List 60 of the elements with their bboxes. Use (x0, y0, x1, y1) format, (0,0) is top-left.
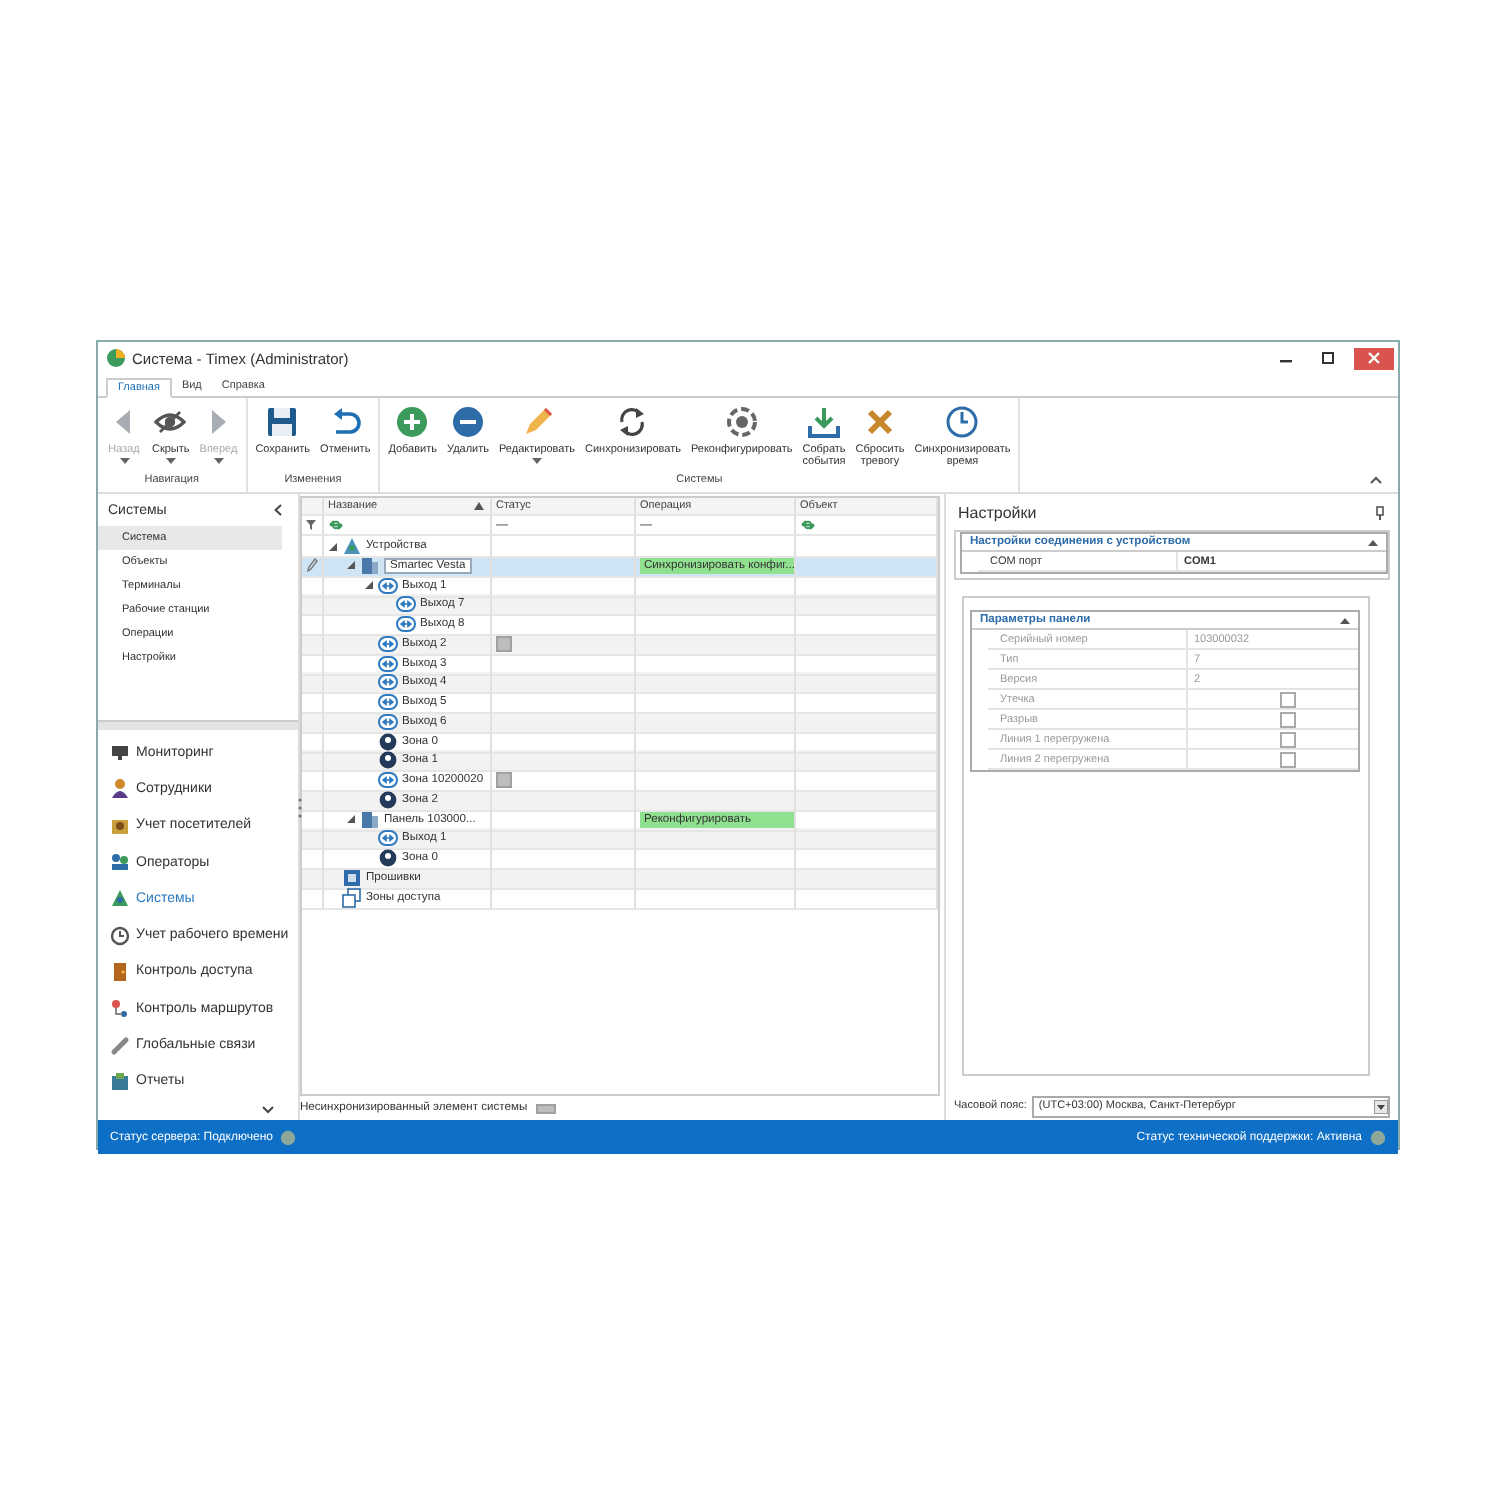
checkbox[interactable] (1280, 751, 1296, 767)
maximize-icon (1322, 352, 1334, 364)
link-icon (110, 1035, 130, 1056)
output-icon (378, 828, 398, 849)
output-icon (378, 711, 398, 732)
zone-icon (378, 750, 398, 771)
splitter-handle[interactable] (98, 720, 298, 731)
checkbox[interactable] (1280, 731, 1296, 747)
filter-condition-icon (328, 518, 344, 532)
clock-icon (110, 925, 130, 946)
chevron-left-icon (274, 504, 282, 516)
screen-icon (110, 742, 130, 763)
network-icon (110, 888, 130, 909)
areas-icon (342, 887, 362, 907)
chevron-down-icon (262, 1106, 274, 1114)
close-button[interactable] (1354, 347, 1394, 369)
pencil-icon (306, 558, 318, 573)
dropdown-arrow-icon (1374, 1099, 1388, 1113)
filter-icon (306, 520, 316, 530)
gear-icon (723, 404, 760, 440)
plus-circle-icon (394, 404, 431, 440)
panel-icon (360, 809, 380, 829)
caret-icon (213, 458, 224, 464)
collapse-icon (1370, 476, 1382, 484)
caret-icon (532, 458, 542, 464)
filter-condition-icon (800, 518, 816, 532)
network-icon (342, 536, 362, 556)
sort-up-icon (474, 502, 484, 510)
door-icon (110, 961, 130, 982)
output-icon (396, 594, 416, 615)
panel-title: Настройки (958, 503, 1037, 521)
caret-icon (119, 458, 129, 464)
app-logo-icon (106, 348, 126, 368)
route-icon (110, 998, 130, 1019)
output-icon (378, 770, 398, 790)
people-icon (110, 852, 130, 873)
pin-icon (1376, 505, 1384, 519)
zone-icon (378, 789, 398, 810)
panel-icon (360, 555, 380, 576)
clock-icon (944, 404, 981, 440)
zone-icon (378, 848, 398, 868)
zone-icon (378, 731, 398, 751)
report-icon (110, 1071, 130, 1092)
status-dot-icon (1370, 1129, 1386, 1145)
legend-swatch (535, 1103, 556, 1113)
output-icon (378, 692, 398, 712)
status-dot-icon (280, 1129, 297, 1145)
caret-icon (165, 458, 176, 464)
group-icon (110, 815, 130, 836)
output-icon (378, 672, 398, 693)
checkbox[interactable] (1280, 711, 1296, 727)
output-icon (378, 575, 398, 595)
output-icon (396, 614, 416, 634)
output-icon (378, 633, 398, 654)
output-icon (378, 653, 398, 673)
minus-circle-icon (450, 404, 486, 440)
checkbox[interactable] (1280, 691, 1296, 707)
download-icon (806, 404, 843, 440)
person-icon (110, 778, 130, 799)
close-icon (1368, 352, 1380, 364)
